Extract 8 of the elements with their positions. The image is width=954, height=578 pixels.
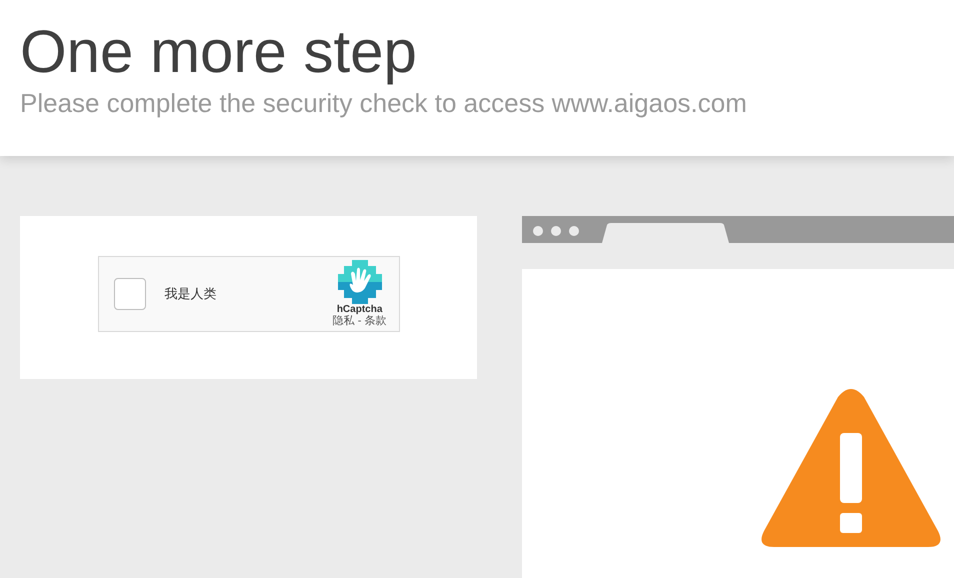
page-subtitle: Please complete the security check to access www.aigaos.com <box>20 88 748 120</box>
hand-logo-icon <box>338 260 382 304</box>
checkbox[interactable] <box>114 278 146 310</box>
brand-name: hCaptcha <box>336 304 382 316</box>
warning-icon <box>760 389 942 549</box>
page-title: One more step <box>20 22 418 82</box>
privacy-terms-link[interactable]: 隐私 - 条款 <box>332 315 386 328</box>
checkbox-label: 我是人类 <box>164 285 216 304</box>
